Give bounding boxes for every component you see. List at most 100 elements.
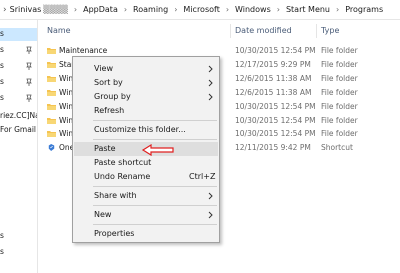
nav-item[interactable]: riez.CC]Na [0, 110, 37, 123]
nav-item-label: s [0, 231, 4, 240]
menu-item-label: Share with [94, 191, 137, 200]
nav-item-label: s [0, 247, 4, 256]
annotation-arrow-icon [141, 144, 174, 156]
file-date: 10/30/2015 12:54 PM [235, 46, 316, 55]
column-header-date-modified[interactable]: Date modified [235, 22, 292, 40]
menu-item-label: Group by [94, 92, 131, 101]
menu-separator [93, 139, 217, 140]
menu-item-sort-by[interactable]: Sort by [74, 76, 218, 90]
submenu-arrow-icon [208, 79, 213, 87]
pin-icon[interactable] [26, 78, 32, 86]
menu-item-share-with[interactable]: Share with [74, 189, 218, 203]
file-date: 12/6/2015 11:38 AM [235, 74, 312, 83]
pin-icon[interactable] [26, 46, 32, 54]
menu-separator [93, 120, 217, 121]
menu-item-properties[interactable]: Properties [74, 227, 218, 241]
nav-item-label: s [0, 61, 4, 70]
chevron-right-icon[interactable]: › [336, 5, 339, 14]
menu-item-label: Undo Rename [94, 172, 151, 181]
submenu-arrow-icon [208, 211, 213, 219]
file-type: Shortcut [321, 143, 353, 152]
file-type: File folder [321, 116, 358, 125]
menu-item-group-by[interactable]: Group by [74, 90, 218, 104]
breadcrumb-item-roaming[interactable]: Roaming [133, 5, 168, 14]
menu-item-new[interactable]: New [74, 208, 218, 222]
file-type: File folder [321, 102, 358, 111]
file-name: Maintenance [59, 46, 108, 55]
file-name: Win [59, 129, 74, 138]
nav-item[interactable]: s [0, 28, 37, 41]
menu-item-customize-folder[interactable]: Customize this folder... [74, 123, 218, 137]
nav-item[interactable]: s [0, 230, 37, 243]
file-name: Win [59, 116, 74, 125]
column-header-name[interactable]: Name [47, 22, 71, 40]
menu-item-label: Properties [94, 229, 135, 238]
menu-item-label: Paste [94, 144, 116, 153]
menu-item-refresh[interactable]: Refresh [74, 104, 218, 118]
breadcrumb-item-start-menu[interactable]: Start Menu [286, 5, 330, 14]
file-date: 10/30/2015 12:54 PM [235, 102, 316, 111]
folder-icon [47, 131, 56, 137]
menu-item-paste-shortcut[interactable]: Paste shortcut [74, 156, 218, 170]
submenu-arrow-icon [208, 93, 213, 101]
file-type: File folder [321, 88, 358, 97]
nav-item[interactable]: s [0, 92, 37, 105]
chevron-right-icon[interactable]: › [226, 5, 229, 14]
chevron-right-icon[interactable]: › [174, 5, 177, 14]
nav-item-label: riez.CC]Na [0, 111, 37, 120]
chevron-right-icon[interactable]: › [124, 5, 127, 14]
menu-item-label: Refresh [94, 106, 125, 115]
breadcrumb-item-programs[interactable]: Programs [345, 5, 383, 14]
menu-item-label: New [94, 210, 112, 219]
breadcrumb-item-user[interactable]: Srinivas [10, 5, 42, 14]
menu-item-label: Sort by [94, 78, 123, 87]
nav-item-label: s [0, 93, 4, 102]
file-type: File folder [321, 129, 358, 138]
chevron-right-icon[interactable]: › [277, 5, 280, 14]
navigation-pane: s s s s s riez.CC]Na For Gmail s s [0, 20, 38, 273]
nav-item[interactable]: s [0, 246, 37, 259]
nav-item-label: s [0, 45, 4, 54]
folder-icon [47, 62, 56, 68]
column-header-type[interactable]: Type [321, 22, 339, 40]
chevron-right-icon[interactable]: › [3, 5, 7, 15]
folder-icon [47, 48, 56, 54]
nav-item[interactable]: s [0, 60, 37, 73]
menu-item-undo-rename[interactable]: Undo Rename Ctrl+Z [74, 170, 218, 184]
file-date: 12/6/2015 11:38 AM [235, 88, 312, 97]
submenu-arrow-icon [208, 65, 213, 73]
nav-item[interactable]: s [0, 76, 37, 89]
breadcrumb-item-appdata[interactable]: AppData [83, 5, 118, 14]
breadcrumb-item-windows[interactable]: Windows [235, 5, 271, 14]
folder-icon [47, 118, 56, 124]
breadcrumb-item-microsoft[interactable]: Microsoft [183, 5, 219, 14]
submenu-arrow-icon [208, 192, 213, 200]
file-type: File folder [321, 60, 358, 69]
menu-separator [93, 186, 217, 187]
menu-item-label: Customize this folder... [94, 125, 186, 134]
menu-item-view[interactable]: View [74, 62, 218, 76]
nav-item[interactable]: For Gmail [0, 124, 37, 137]
explorer-window: › Srinivas ▒▒▒▒ › AppData › Roaming › Mi… [0, 0, 400, 273]
folder-icon [47, 76, 56, 82]
file-type: File folder [321, 46, 358, 55]
menu-item-label: Paste shortcut [94, 158, 152, 167]
pin-icon[interactable] [26, 62, 32, 70]
file-date: 10/30/2015 12:54 PM [235, 116, 316, 125]
blurred-username: ▒▒▒▒ [43, 5, 68, 14]
file-date: 12/11/2015 9:42 PM [235, 143, 311, 152]
file-date: 12/17/2015 9:29 PM [235, 60, 311, 69]
nav-item-label: s [0, 29, 4, 38]
nav-item[interactable]: s [0, 44, 37, 57]
file-type: File folder [321, 74, 358, 83]
file-date: 10/30/2015 12:54 PM [235, 129, 316, 138]
menu-item-shortcut: Ctrl+Z [189, 172, 216, 181]
chevron-right-icon[interactable]: › [74, 5, 77, 14]
column-divider[interactable] [316, 24, 317, 38]
file-name: Win [59, 74, 74, 83]
nav-item-label: s [0, 77, 4, 86]
pin-icon[interactable] [26, 94, 32, 102]
column-divider[interactable] [230, 24, 231, 38]
file-name: Win [59, 102, 74, 111]
folder-icon [47, 104, 56, 110]
